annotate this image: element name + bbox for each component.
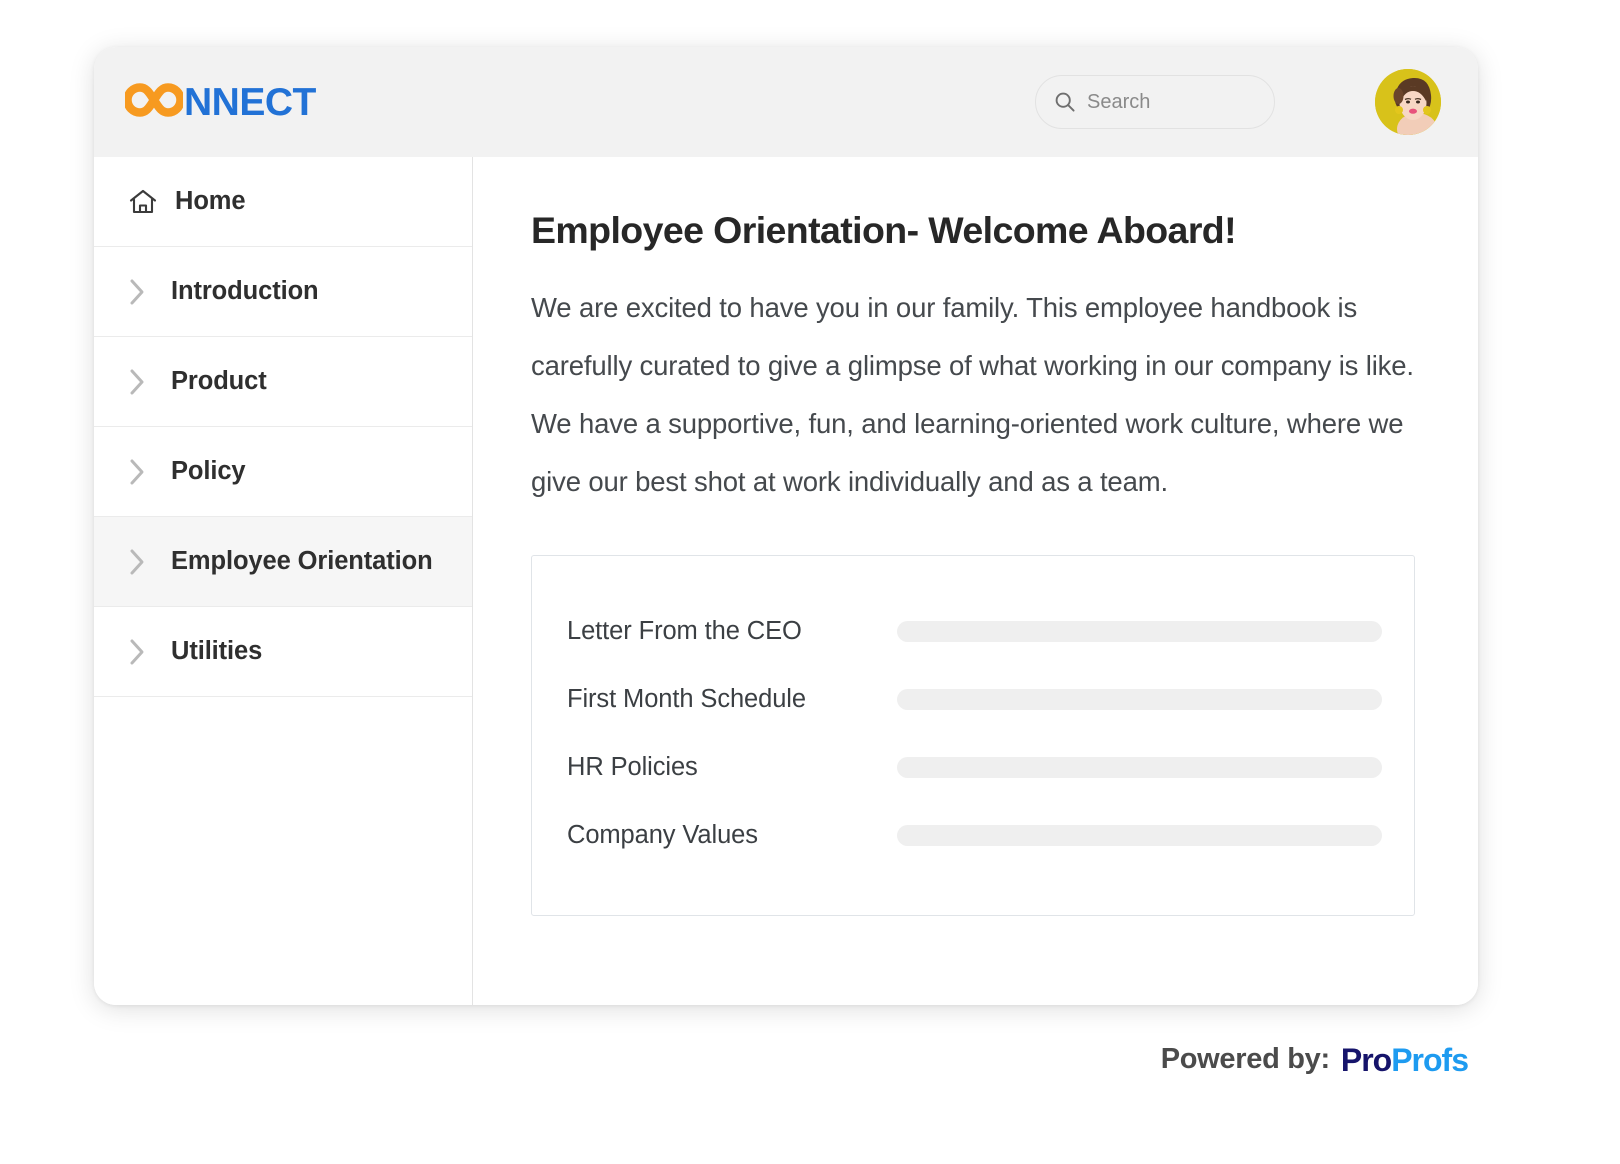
main-content: Employee Orientation- Welcome Aboard! We… — [473, 157, 1478, 1005]
chevron-right-icon — [128, 457, 164, 487]
sidebar-item-label: Utilities — [171, 637, 263, 665]
outline-row-placeholder-bar — [897, 688, 1382, 710]
outline-row-placeholder-bar — [897, 620, 1382, 642]
app-body: Home Introduction Product Policy Employe… — [94, 157, 1478, 1005]
outline-row[interactable]: First Month Schedule — [532, 665, 1414, 733]
search-bar[interactable] — [1035, 75, 1275, 129]
chevron-right-icon — [128, 277, 164, 307]
brand-logo[interactable]: NNECT — [123, 80, 316, 124]
outline-row-label: Company Values — [567, 820, 758, 849]
sidebar: Home Introduction Product Policy Employe… — [94, 157, 473, 1005]
outline-row-placeholder-bar — [897, 756, 1382, 778]
sidebar-item-introduction[interactable]: Introduction — [94, 247, 472, 337]
sidebar-item-utilities[interactable]: Utilities — [94, 607, 472, 697]
proprofs-logo-part2: Profs — [1391, 1041, 1469, 1078]
sidebar-item-label: Employee Orientation — [171, 547, 433, 575]
sidebar-item-label: Product — [171, 367, 267, 395]
app-window: NNECT Search Home Introduction Product P… — [94, 47, 1478, 1005]
outline-row[interactable]: Company Values — [532, 801, 1414, 869]
powered-by-label: Powered by: — [1160, 1043, 1330, 1075]
outline-row-placeholder-bar — [897, 824, 1382, 846]
sidebar-item-label: Home — [175, 187, 246, 215]
avatar[interactable] — [1375, 69, 1441, 135]
sidebar-item-label: Policy — [171, 457, 246, 485]
search-icon — [1054, 91, 1076, 113]
footer: Powered by: ProProfs — [1160, 1041, 1469, 1078]
outline-box: Letter From the CEO First Month Schedule… — [531, 555, 1415, 916]
brand-name: NNECT — [184, 80, 316, 124]
outline-row[interactable]: HR Policies — [532, 733, 1414, 801]
sidebar-item-product[interactable]: Product — [94, 337, 472, 427]
infinity-icon — [123, 82, 185, 122]
sidebar-item-employee-orientation[interactable]: Employee Orientation — [94, 517, 472, 607]
proprofs-logo-part1: Pro — [1340, 1041, 1392, 1078]
home-icon — [128, 188, 164, 216]
chevron-right-icon — [128, 367, 164, 397]
outline-row-label: HR Policies — [567, 752, 698, 781]
page-paragraph: We are excited to have you in our family… — [531, 292, 1414, 497]
screen-root: NNECT Search Home Introduction Product P… — [0, 0, 1620, 1164]
chevron-right-icon — [128, 547, 164, 577]
outline-row-label: Letter From the CEO — [567, 616, 802, 645]
outline-row[interactable]: Letter From the CEO — [532, 597, 1414, 665]
proprofs-logo[interactable]: ProProfs — [1340, 1041, 1469, 1078]
chevron-right-icon — [128, 637, 164, 667]
top-bar: NNECT — [94, 47, 1478, 157]
sidebar-item-label: Introduction — [171, 277, 319, 305]
sidebar-item-home[interactable]: Home — [94, 157, 472, 247]
outline-row-label: First Month Schedule — [567, 684, 806, 713]
page-title: Employee Orientation- Welcome Aboard! — [531, 209, 1237, 251]
sidebar-item-policy[interactable]: Policy — [94, 427, 472, 517]
search-input[interactable] — [1087, 90, 1256, 114]
